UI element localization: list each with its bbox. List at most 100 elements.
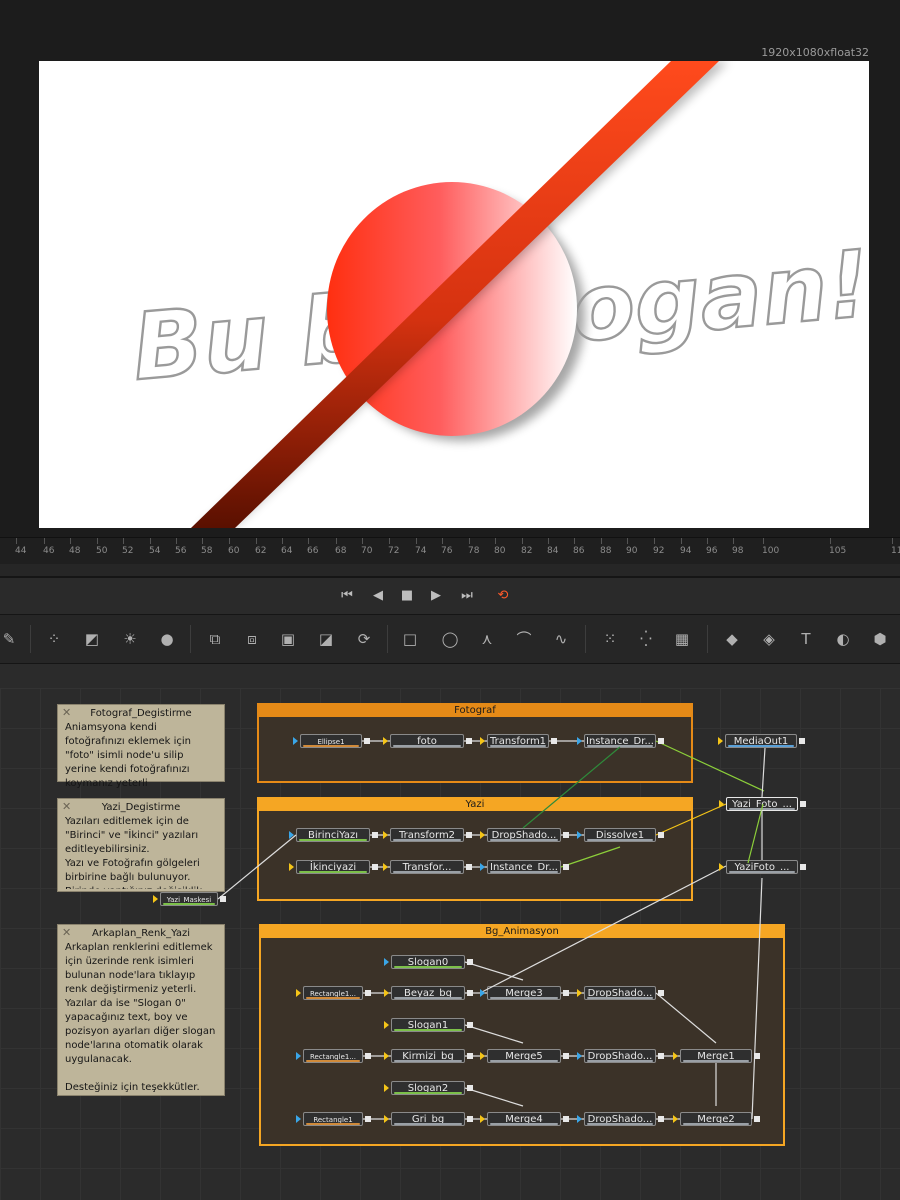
node-output-port[interactable] — [551, 738, 557, 744]
node-output-port[interactable] — [563, 1116, 569, 1122]
node-output-port[interactable] — [365, 990, 371, 996]
play-reverse-button[interactable]: ◀ — [368, 587, 388, 605]
timeline-tick-label[interactable]: 74 — [415, 546, 426, 556]
node-connection-wire[interactable] — [655, 992, 717, 1044]
timeline-tick-label[interactable]: 72 — [388, 546, 399, 556]
node-connection-wire[interactable] — [761, 747, 766, 798]
go-to-start-button[interactable]: ⏮ — [337, 587, 357, 605]
viewer-canvas[interactable]: Bu bir Slogan! — [39, 61, 869, 528]
paint-stroke-tool-button[interactable]: ∿ — [549, 627, 573, 651]
node-input-port[interactable] — [480, 737, 485, 745]
node-input-port[interactable] — [384, 1115, 389, 1123]
timeline-tick-label[interactable]: 54 — [149, 546, 160, 556]
timeline-tick-label[interactable]: 46 — [43, 546, 54, 556]
node-output-port[interactable] — [754, 1053, 760, 1059]
timeline-tick-label[interactable]: 86 — [573, 546, 584, 556]
ellipse-mask-tool-button[interactable]: ◯ — [438, 627, 462, 651]
node-input-port[interactable] — [673, 1115, 678, 1123]
node-input-port[interactable] — [719, 863, 724, 871]
play-forward-button[interactable]: ▶ — [426, 587, 446, 605]
node-connection-wire[interactable] — [464, 961, 524, 981]
node-input-port[interactable] — [384, 1052, 389, 1060]
3d-plane-tool-button[interactable]: ◆ — [720, 627, 744, 651]
node-connection-wire[interactable] — [217, 834, 297, 900]
timeline-tick-label[interactable]: 52 — [122, 546, 133, 556]
node-input-port[interactable] — [480, 863, 485, 871]
node-input-port[interactable] — [384, 1021, 389, 1029]
node-input-port[interactable] — [577, 989, 582, 997]
node-input-port[interactable] — [384, 958, 389, 966]
node-output-port[interactable] — [466, 832, 472, 838]
node-output-port[interactable] — [800, 864, 806, 870]
stop-button[interactable]: ■ — [397, 587, 417, 605]
particle-emitter-tool-button[interactable]: ⁙ — [598, 627, 622, 651]
node-output-port[interactable] — [466, 738, 472, 744]
node-connection-wire[interactable] — [464, 1087, 524, 1107]
blur-drop-tool-button[interactable]: ● — [155, 627, 179, 651]
node-output-port[interactable] — [658, 1116, 664, 1122]
node-input-port[interactable] — [577, 1052, 582, 1060]
3d-renderer-tool-button[interactable]: ⬢ — [868, 627, 892, 651]
node-output-port[interactable] — [563, 864, 569, 870]
node-input-port[interactable] — [718, 737, 723, 745]
timeline-tick-label[interactable]: 50 — [96, 546, 107, 556]
merge-tool-button[interactable]: ⧈ — [240, 627, 264, 651]
timeline-tick-label[interactable]: 48 — [69, 546, 80, 556]
node-input-port[interactable] — [480, 1052, 485, 1060]
node-connection-wire[interactable] — [751, 877, 763, 1120]
node-input-port[interactable] — [296, 1115, 301, 1123]
node-input-port[interactable] — [384, 989, 389, 997]
node-output-port[interactable] — [372, 864, 378, 870]
timeline-tick-label[interactable]: 58 — [201, 546, 212, 556]
timeline-ruler[interactable]: 44 46 48 50 52 54 56 58 60 62 64 66 68 70 72 74 76 78 80 82… — [0, 537, 900, 565]
node-output-port[interactable] — [658, 832, 664, 838]
loop-button[interactable]: ⟲ — [493, 587, 513, 605]
node-output-port[interactable] — [467, 959, 473, 965]
3d-text-tool-button[interactable]: T — [794, 627, 818, 651]
timeline-tick-label[interactable]: 76 — [441, 546, 452, 556]
timeline-tick-label[interactable]: 60 — [228, 546, 239, 556]
timeline-tick-label[interactable]: 90 — [626, 546, 637, 556]
node-input-port[interactable] — [289, 863, 294, 871]
node-output-port[interactable] — [563, 832, 569, 838]
timeline-tick-label[interactable]: 56 — [175, 546, 186, 556]
pixel-grid-tool-button[interactable]: ▦ — [670, 627, 694, 651]
node-output-port[interactable] — [754, 1116, 760, 1122]
timeline-tick-label[interactable]: 98 — [732, 546, 743, 556]
node-input-port[interactable] — [383, 737, 388, 745]
timeline-tick-label[interactable]: 96 — [706, 546, 717, 556]
3d-shapes-tool-button[interactable]: ◈ — [757, 627, 781, 651]
node-output-port[interactable] — [658, 738, 664, 744]
brightness-tool-button[interactable]: ☀ — [118, 627, 142, 651]
panel-divider[interactable] — [0, 564, 900, 578]
timeline-tick-label[interactable]: 84 — [547, 546, 558, 556]
particles-tool-button[interactable]: ⁘ — [42, 627, 66, 651]
go-to-end-button[interactable]: ⏭ — [457, 587, 477, 605]
node-output-port[interactable] — [364, 738, 370, 744]
timeline-tick-label[interactable]: 70 — [361, 546, 372, 556]
timeline-tick-label[interactable]: 64 — [281, 546, 292, 556]
background-tool-button[interactable]: ⧉ — [203, 627, 227, 651]
node-output-port[interactable] — [658, 1053, 664, 1059]
node-connection-wire[interactable] — [479, 865, 727, 994]
timeline-tick-label[interactable]: 68 — [335, 546, 346, 556]
node-input-port[interactable] — [719, 800, 724, 808]
node-connection-wire[interactable] — [747, 803, 764, 864]
node-connection-wire[interactable] — [560, 846, 621, 868]
node-output-port[interactable] — [466, 864, 472, 870]
node-input-port[interactable] — [383, 831, 388, 839]
node-output-port[interactable] — [563, 990, 569, 996]
rectangle-mask-tool-button[interactable]: □ — [398, 627, 422, 651]
node-output-port[interactable] — [372, 832, 378, 838]
node-input-port[interactable] — [296, 1052, 301, 1060]
viewer-panel[interactable]: 1920x1080xfloat32 Bu bir — [0, 0, 900, 537]
timeline-tick-label[interactable]: 44 — [15, 546, 26, 556]
node-input-port[interactable] — [293, 737, 298, 745]
3d-merge-tool-button[interactable]: ◐ — [831, 627, 855, 651]
node-output-port[interactable] — [365, 1053, 371, 1059]
curves-tool-button[interactable]: ◩ — [80, 627, 104, 651]
node-input-port[interactable] — [480, 831, 485, 839]
node-input-port[interactable] — [384, 1084, 389, 1092]
node-input-port[interactable] — [577, 737, 582, 745]
node-input-port[interactable] — [480, 1115, 485, 1123]
